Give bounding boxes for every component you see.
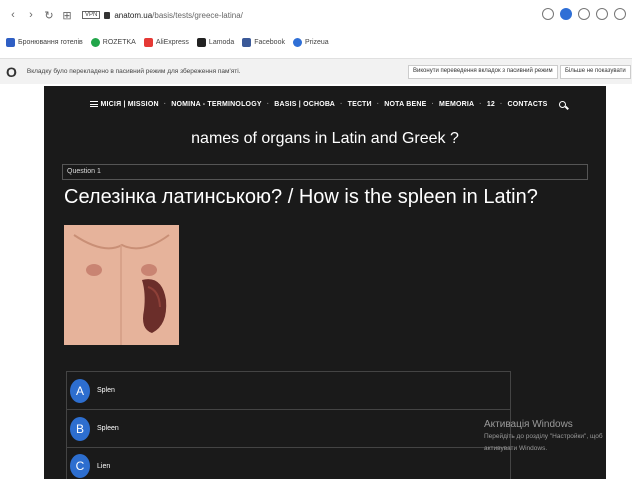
lock-icon[interactable]: [104, 11, 111, 19]
bookmark-label: AliExpress: [155, 38, 189, 46]
bookmark-item[interactable]: Facebook: [242, 37, 285, 47]
menu-icon: [89, 100, 98, 107]
bookmark-item[interactable]: Prizeua: [292, 37, 329, 47]
bookmark-icon: [196, 37, 206, 47]
search-icon[interactable]: [558, 100, 566, 108]
answer-text: Spleen: [97, 425, 119, 432]
site-nav: МІСІЯ | MISSION · NOMINA - TERMINOLOGY ·…: [44, 86, 606, 122]
reload-icon[interactable]: ↻: [42, 8, 56, 22]
nav-item-tests[interactable]: ТЕСТИ: [348, 101, 372, 108]
tab-suspend-bar: O Вкладку було перекладено в пасивний ре…: [0, 58, 632, 84]
bookmark-icon: [6, 37, 15, 47]
nav-separator: ·: [431, 100, 435, 108]
nav-label: МІСІЯ | MISSION: [100, 100, 159, 108]
spleen-anatomy-image: [64, 225, 179, 345]
bookmark-label: Бронювання готелів: [18, 38, 83, 46]
dont-show-button[interactable]: Більше не показувати: [560, 65, 631, 79]
nav-item-12[interactable]: 12: [487, 101, 495, 108]
nav-separator: ·: [376, 100, 380, 108]
activation-title: Активація Windows: [484, 419, 573, 430]
torso-illustration: [64, 225, 179, 345]
download-icon[interactable]: [614, 8, 626, 20]
bookmark-icon: [90, 37, 100, 47]
browser-toolbar: ‹ › ↻ ⊞ VPN anatom.ua /basis/tests/greec…: [0, 0, 632, 30]
url-host: anatom.ua: [114, 10, 153, 20]
url-path: /basis/tests/greece-latina/: [152, 10, 243, 20]
nav-separator: ·: [266, 100, 270, 108]
nav-separator: ·: [479, 100, 482, 108]
answer-text: Lien: [97, 462, 111, 470]
camera-icon[interactable]: [542, 8, 554, 20]
bookmark-label: Facebook: [254, 38, 285, 46]
nav-separator: ·: [163, 100, 167, 108]
nav-item-contacts[interactable]: CONTACTS: [508, 101, 548, 108]
back-icon[interactable]: ‹: [6, 8, 20, 22]
send-icon[interactable]: [578, 8, 590, 20]
heart-icon[interactable]: [596, 8, 608, 20]
bookmark-icon: [292, 37, 302, 47]
bookmark-icon: [242, 37, 252, 47]
bookmark-item[interactable]: ROZETKA: [90, 37, 136, 47]
answer-letter-badge: B: [70, 416, 90, 441]
address-bar[interactable]: VPN anatom.ua /basis/tests/greece-latina…: [82, 11, 243, 20]
wake-tab-button[interactable]: Виконути переведення вкладок з пасивний …: [408, 65, 558, 79]
bookmarks-bar: Бронювання готелів ROZETKA AliExpress La…: [0, 34, 632, 50]
bookmark-item[interactable]: AliExpress: [143, 37, 189, 47]
answer-option-c[interactable]: C Lien: [66, 447, 511, 479]
tabs-grid-icon[interactable]: ⊞: [60, 8, 74, 22]
site-content: МІСІЯ | MISSION · NOMINA - TERMINOLOGY ·…: [44, 86, 606, 479]
opera-logo-icon: O: [6, 63, 17, 80]
suspend-message: Вкладку було перекладено в пасивний режи…: [26, 68, 241, 75]
question-number: Question 1: [62, 164, 588, 180]
nav-item-memoria[interactable]: MEMORIA: [439, 101, 474, 108]
forward-icon[interactable]: ›: [24, 8, 38, 22]
vpn-shield-icon[interactable]: [560, 8, 572, 20]
answer-option-b[interactable]: B Spleen: [66, 409, 511, 447]
answer-list: A Splen B Spleen C Lien: [66, 371, 511, 479]
answer-letter-badge: A: [70, 378, 90, 403]
nav-separator: ·: [500, 100, 503, 108]
bookmark-item[interactable]: Lamoda: [196, 37, 235, 47]
page-title: names of organs in Latin and Greek ?: [191, 130, 459, 147]
nav-item-basis[interactable]: BASIS | ОСНОВА: [274, 101, 335, 108]
toolbar-right: [542, 8, 626, 20]
question-text: Селезінка латинською? / How is the splee…: [64, 186, 538, 208]
bookmark-label: Prizeua: [304, 38, 329, 46]
vpn-badge[interactable]: VPN: [82, 11, 101, 19]
bookmark-label: ROZETKA: [102, 38, 136, 46]
nav-item-mission[interactable]: МІСІЯ | MISSION: [89, 100, 159, 108]
answer-option-a[interactable]: A Splen: [66, 371, 511, 409]
activation-line1: Перейдіть до розділу "Настройки", щоб: [484, 433, 603, 440]
activation-line2: активувати Windows.: [484, 445, 548, 452]
nav-item-terminology[interactable]: NOMINA - TERMINOLOGY: [171, 101, 261, 108]
bookmark-item[interactable]: Бронювання готелів: [6, 37, 83, 47]
answer-text: Splen: [97, 387, 115, 394]
windows-activation-watermark: Активація Windows Перейдіть до розділу "…: [484, 419, 603, 454]
answer-letter-badge: C: [70, 454, 90, 478]
nav-separator: ·: [340, 100, 343, 108]
nav-item-nota-bene[interactable]: NOTA BENE: [384, 101, 426, 108]
bookmark-label: Lamoda: [208, 38, 235, 46]
bookmark-icon: [143, 37, 153, 47]
